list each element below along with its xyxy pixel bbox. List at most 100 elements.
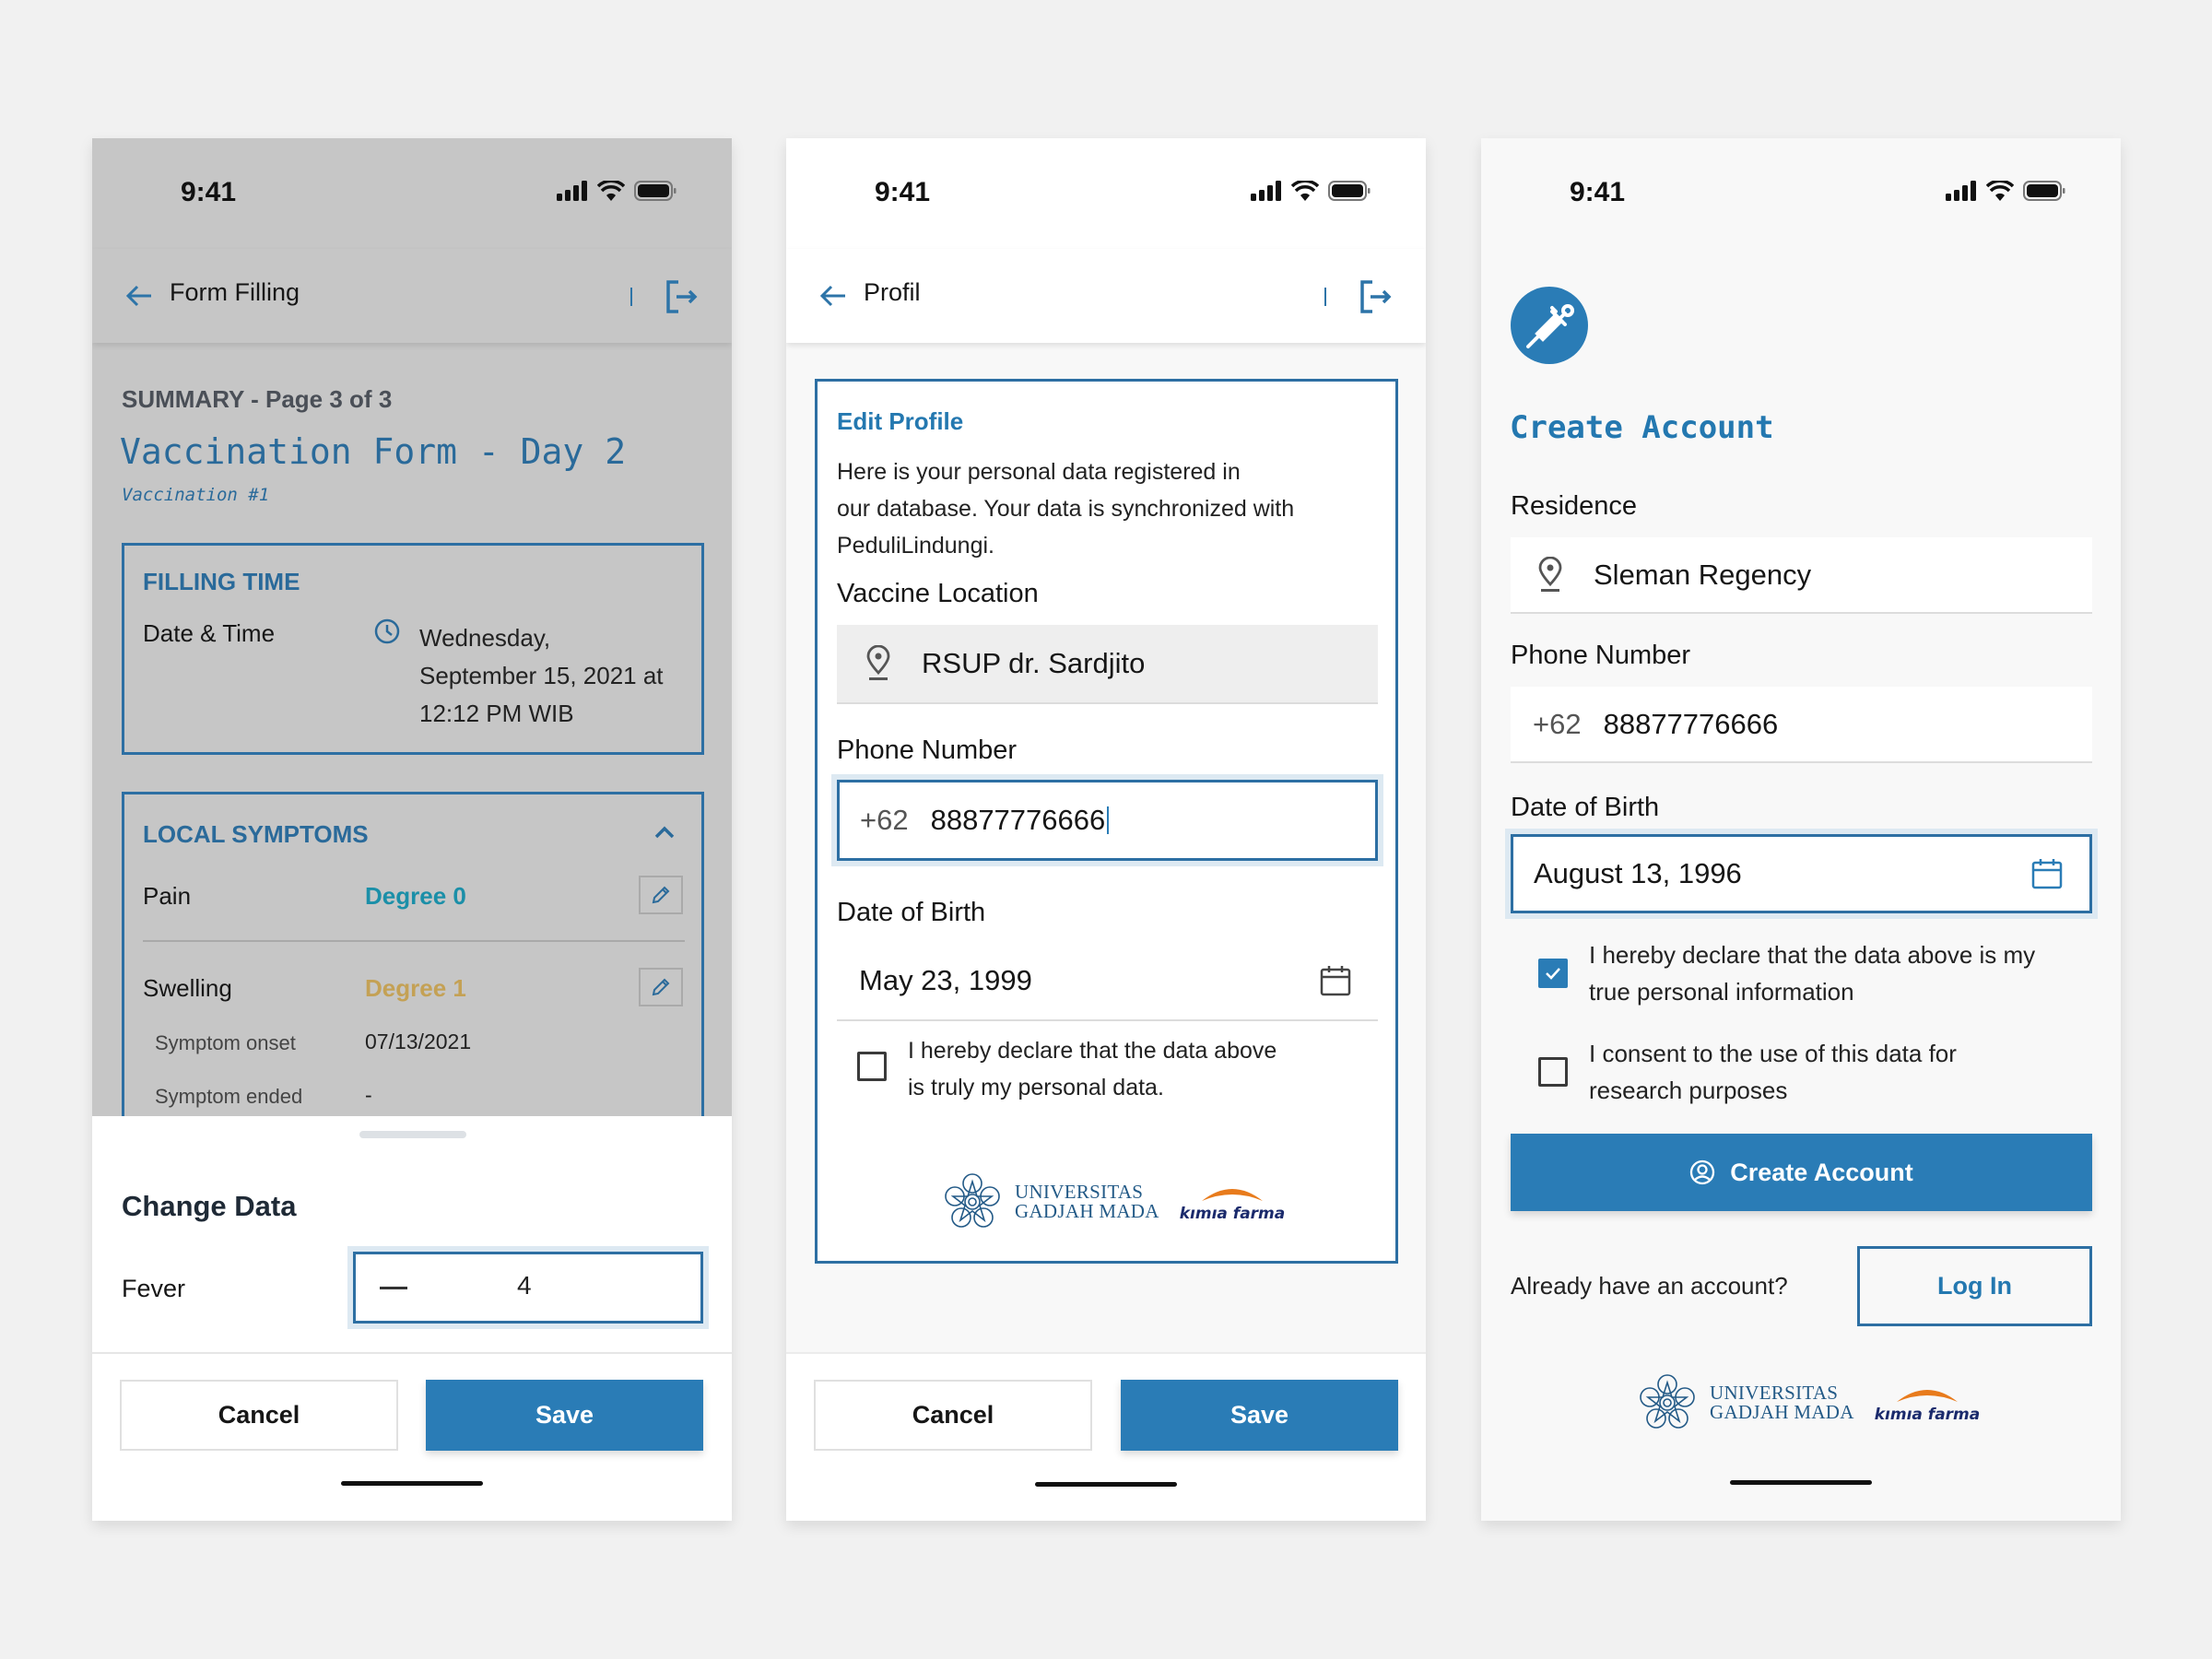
declare-line: I hereby declare that the data above is … bbox=[1589, 941, 2036, 969]
signal-icon bbox=[557, 181, 587, 201]
header-title: Profil bbox=[864, 278, 921, 306]
date-line-3: 12:12 PM WIB bbox=[419, 700, 574, 727]
stepper-value[interactable]: 4 bbox=[517, 1271, 532, 1300]
sheet-title: Change Data bbox=[122, 1190, 297, 1222]
phone-label: Phone Number bbox=[1511, 641, 1691, 670]
partner-logos: UNIVERSITAS GADJAH MADA kımıa farma bbox=[1638, 1373, 1980, 1432]
status-icons bbox=[1251, 181, 1371, 201]
symptom-onset-label: Symptom onset bbox=[155, 1031, 296, 1054]
phone-input[interactable]: +62 88877776666 bbox=[837, 780, 1378, 861]
ugm-logo: UNIVERSITAS GADJAH MADA bbox=[943, 1172, 1159, 1231]
login-button[interactable]: Log In bbox=[1857, 1246, 2092, 1326]
sheet-drag-handle[interactable] bbox=[359, 1131, 466, 1138]
battery-icon bbox=[634, 181, 677, 201]
text-cursor bbox=[1107, 806, 1110, 834]
kimia-farma-arc-icon bbox=[1896, 1390, 1958, 1402]
logout-icon[interactable] bbox=[664, 278, 700, 315]
status-icons bbox=[557, 181, 677, 201]
cancel-button[interactable]: Cancel bbox=[814, 1380, 1092, 1451]
back-arrow-icon[interactable] bbox=[818, 280, 849, 312]
country-code[interactable]: +62 bbox=[1533, 708, 1582, 741]
signal-icon bbox=[1251, 181, 1281, 201]
edit-swelling-button[interactable] bbox=[639, 968, 683, 1006]
kimia-farma-text: kımıa farma bbox=[1874, 1406, 1981, 1424]
symptom-onset-value: 07/13/2021 bbox=[365, 1030, 472, 1053]
syringe-logo-icon bbox=[1511, 287, 1588, 364]
row-divider bbox=[143, 940, 685, 942]
dob-label: Date of Birth bbox=[1511, 793, 1660, 822]
pencil-icon bbox=[652, 886, 670, 904]
signal-icon bbox=[1946, 181, 1976, 201]
fever-stepper[interactable]: 4 bbox=[353, 1252, 703, 1324]
create-account-button[interactable]: Create Account bbox=[1511, 1134, 2092, 1211]
save-button[interactable]: Save bbox=[1121, 1380, 1398, 1451]
dob-value[interactable]: August 13, 1996 bbox=[1534, 857, 1742, 890]
cancel-button[interactable]: Cancel bbox=[120, 1380, 398, 1451]
home-indicator bbox=[341, 1481, 483, 1486]
logout-icon[interactable] bbox=[1358, 278, 1394, 315]
header-divider bbox=[1324, 288, 1326, 306]
user-avatar-icon bbox=[1690, 1159, 1715, 1185]
ugm-text: UNIVERSITAS GADJAH MADA bbox=[1710, 1383, 1854, 1422]
home-indicator bbox=[1730, 1480, 1872, 1485]
declare-checkbox[interactable] bbox=[857, 1052, 887, 1081]
residence-field[interactable]: Sleman Regency bbox=[1511, 537, 2092, 614]
card-description: Here is your personal data registered in… bbox=[837, 453, 1294, 564]
screen-create-account: 9:41 Create Account Residence Sleman Reg… bbox=[1481, 138, 2121, 1521]
dob-field[interactable]: August 13, 1996 bbox=[1511, 834, 2092, 913]
consent-line: research purposes bbox=[1589, 1077, 1788, 1104]
country-code[interactable]: +62 bbox=[860, 804, 909, 837]
calendar-icon[interactable] bbox=[2030, 857, 2064, 890]
calendar-icon[interactable] bbox=[1319, 964, 1352, 997]
date-time-label: Date & Time bbox=[143, 619, 276, 647]
declare-line: true personal information bbox=[1589, 978, 1854, 1006]
sheet-divider bbox=[92, 1352, 732, 1354]
status-time: 9:41 bbox=[875, 177, 931, 207]
screen-form-filling: 9:41 Form Filling SUMMARY - Page 3 of 3 … bbox=[92, 138, 732, 1521]
header-title: Form Filling bbox=[170, 278, 300, 306]
footer-bar: Cancel Save bbox=[786, 1352, 1426, 1521]
page-title: Create Account bbox=[1510, 409, 1774, 446]
vaccine-location-label: Vaccine Location bbox=[837, 579, 1039, 608]
date-line-1: Wednesday, bbox=[419, 624, 551, 652]
phone-input[interactable]: +62 88877776666 bbox=[1511, 687, 2092, 763]
kimia-farma-logo: kımıa farma bbox=[1875, 1382, 1980, 1424]
back-arrow-icon[interactable] bbox=[124, 280, 155, 312]
status-icons bbox=[1946, 181, 2065, 201]
form-subtitle: Vaccination #1 bbox=[122, 485, 270, 505]
edit-pain-button[interactable] bbox=[639, 876, 683, 914]
declare-line: is truly my personal data. bbox=[908, 1075, 1164, 1100]
phone-value[interactable]: 88877776666 bbox=[1604, 708, 1779, 741]
symptom-label-pain: Pain bbox=[143, 882, 192, 910]
save-button[interactable]: Save bbox=[426, 1380, 703, 1451]
filling-time-heading: FILLING TIME bbox=[143, 568, 300, 595]
declare-line: I hereby declare that the data above bbox=[908, 1038, 1277, 1064]
residence-value[interactable]: Sleman Regency bbox=[1594, 559, 1811, 592]
decrement-button[interactable] bbox=[380, 1287, 407, 1289]
battery-icon bbox=[2023, 181, 2065, 201]
status-time: 9:41 bbox=[181, 177, 237, 207]
research-consent-checkbox[interactable] bbox=[1538, 1057, 1568, 1087]
date-time-value: Wednesday, September 15, 2021 at 12:12 P… bbox=[419, 619, 664, 733]
consent-line: I consent to the use of this data for bbox=[1589, 1040, 1957, 1067]
pencil-icon bbox=[652, 978, 670, 996]
symptom-ended-value: - bbox=[365, 1083, 372, 1107]
dob-value[interactable]: May 23, 1999 bbox=[859, 964, 1032, 997]
checkmark-icon bbox=[1546, 968, 1560, 980]
card-title: Edit Profile bbox=[837, 407, 964, 435]
chevron-up-icon[interactable] bbox=[653, 824, 676, 841]
declare-checkbox[interactable] bbox=[1538, 959, 1568, 988]
description-line: PeduliLindungi. bbox=[837, 533, 994, 559]
ugm-logo: UNIVERSITAS GADJAH MADA bbox=[1638, 1373, 1854, 1432]
app-header: Form Filling bbox=[92, 249, 732, 343]
fever-label: Fever bbox=[122, 1275, 186, 1302]
dob-field[interactable]: May 23, 1999 bbox=[837, 942, 1378, 1021]
local-symptoms-heading: LOCAL SYMPTOMS bbox=[143, 820, 369, 848]
symptom-label-swelling: Swelling bbox=[143, 974, 232, 1002]
kimia-farma-logo: kımıa farma bbox=[1180, 1181, 1285, 1223]
partner-logos: UNIVERSITAS GADJAH MADA kımıa farma bbox=[943, 1172, 1285, 1231]
change-data-sheet: Change Data Fever 4 Cancel Save bbox=[92, 1116, 732, 1521]
edit-profile-card: Edit Profile Here is your personal data … bbox=[815, 379, 1398, 1264]
phone-value[interactable]: 88877776666 bbox=[931, 804, 1106, 837]
page-indicator: SUMMARY - Page 3 of 3 bbox=[122, 385, 393, 413]
